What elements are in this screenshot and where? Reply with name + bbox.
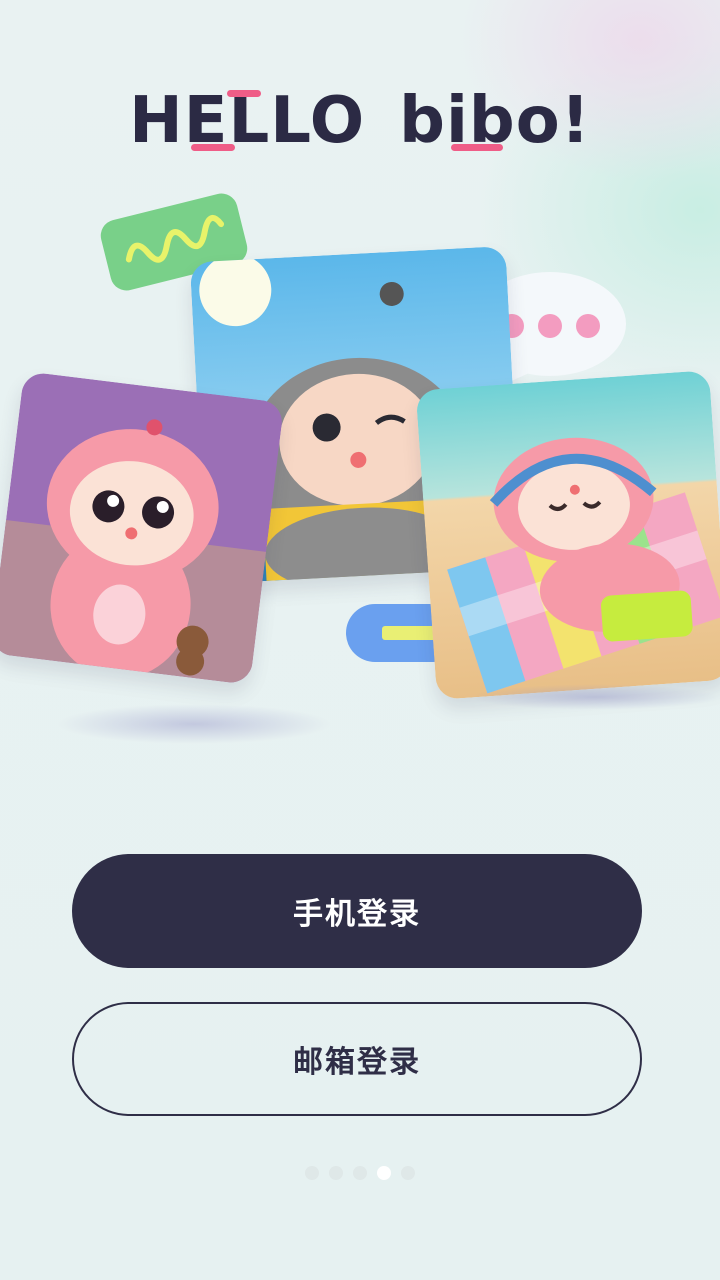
illustration bbox=[0, 0, 720, 780]
card-shadow-right bbox=[470, 684, 720, 710]
page-dot-5 bbox=[401, 1166, 415, 1180]
card-shadow-left bbox=[56, 704, 332, 744]
page-dot-1 bbox=[305, 1166, 319, 1180]
email-login-label: 邮箱登录 bbox=[293, 1045, 421, 1080]
phone-login-button[interactable]: 手机登录 bbox=[72, 854, 642, 968]
email-login-button[interactable]: 邮箱登录 bbox=[72, 1002, 642, 1116]
phone-login-label: 手机登录 bbox=[293, 897, 421, 932]
beach-bibo-card bbox=[415, 370, 720, 700]
page-dot-3 bbox=[353, 1166, 367, 1180]
page-dot-4 bbox=[377, 1166, 391, 1180]
page-indicator bbox=[0, 1166, 720, 1180]
page-dot-2 bbox=[329, 1166, 343, 1180]
pink-bibo-card bbox=[0, 371, 285, 685]
